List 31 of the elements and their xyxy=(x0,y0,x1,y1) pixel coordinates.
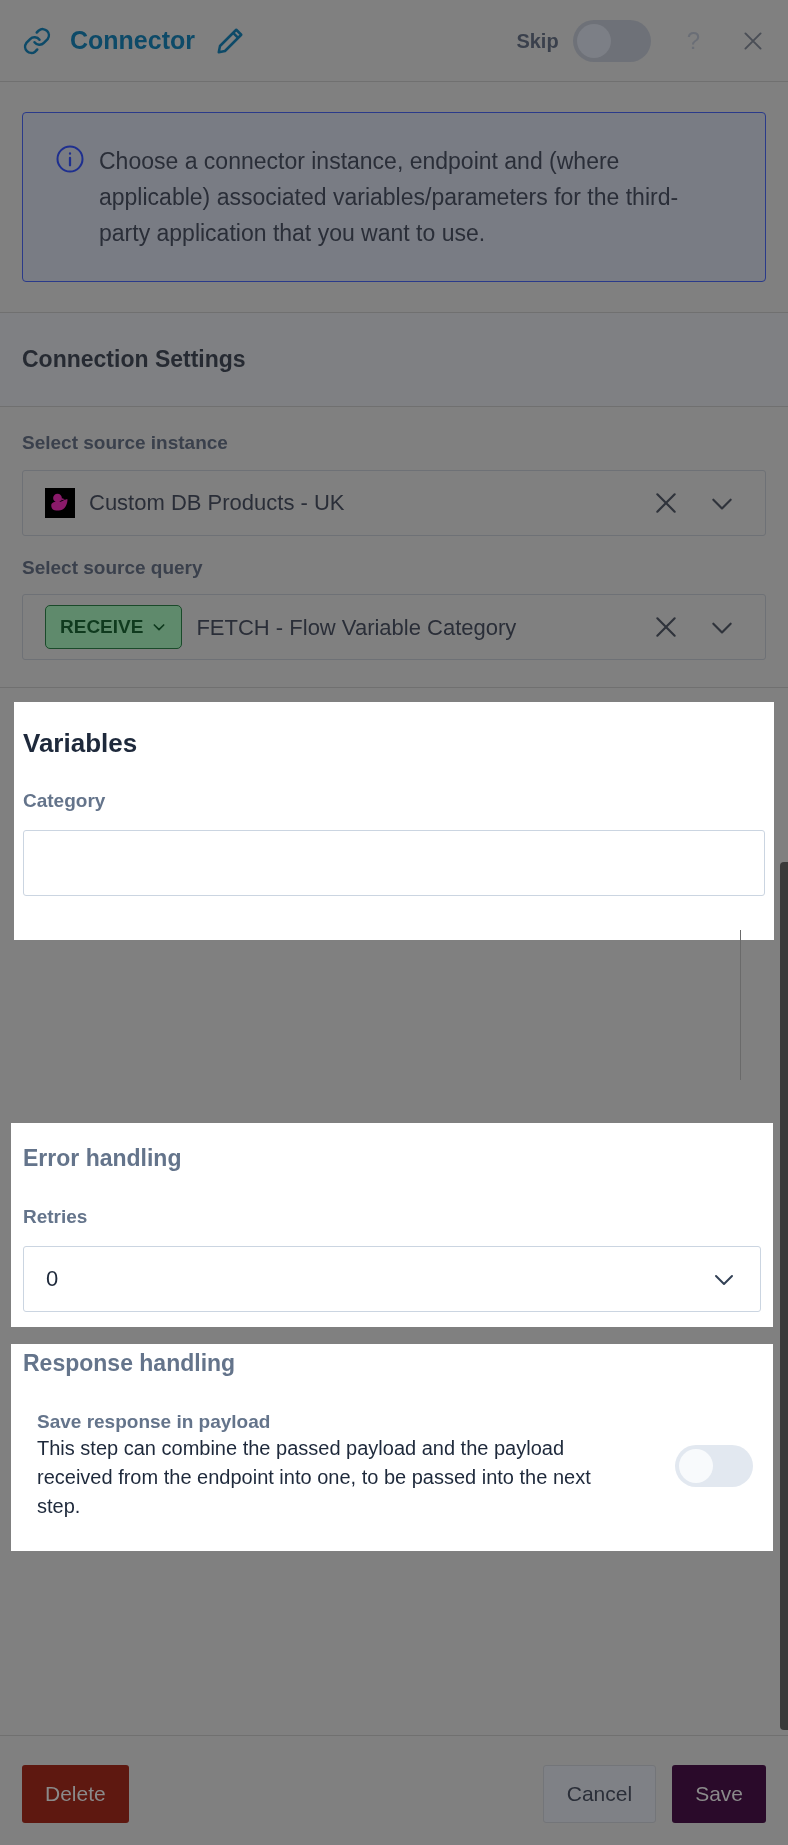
option-label: Save response in payload xyxy=(37,1410,272,1434)
skip-label: Skip xyxy=(516,28,559,54)
select-value: 0 xyxy=(46,1265,60,1293)
link-icon xyxy=(22,25,52,56)
select-value: FETCH - Flow Variable Category xyxy=(196,613,518,642)
section-title: Error handling xyxy=(23,1143,183,1173)
input-field[interactable] xyxy=(23,829,765,896)
method-dropdown[interactable]: RECEIVE xyxy=(45,605,183,649)
toggle-switch[interactable] xyxy=(675,1444,753,1487)
scrollbar[interactable] xyxy=(780,862,788,1730)
panel-title: Connector xyxy=(70,24,195,56)
field-label: Select source query xyxy=(22,555,204,580)
select-value: Custom DB Products - UK xyxy=(89,489,346,517)
section-title: Variables xyxy=(23,727,139,760)
delete-button[interactable]: Delete xyxy=(22,1765,129,1823)
save-button[interactable]: Save xyxy=(672,1765,766,1823)
duck-icon xyxy=(45,487,75,518)
field-label: Select source instance xyxy=(22,431,229,455)
field-label: Category xyxy=(23,789,107,813)
section-title: Response handling xyxy=(23,1348,237,1378)
pencil-icon[interactable] xyxy=(215,25,245,56)
info-icon xyxy=(55,144,85,174)
clear-icon[interactable] xyxy=(653,614,679,640)
select-field[interactable]: RECEIVE FETCH - Flow Variable Category xyxy=(22,594,766,660)
section-title: Connection Settings xyxy=(22,345,246,375)
select-field[interactable]: 0 xyxy=(23,1245,761,1312)
option-description: This step can combine the passed payload and the payload received from the endpoint into one, to be passed into the next step. xyxy=(37,1436,592,1519)
info-text: Choose a connector instance, endpoint and (where applicable) associated variables/parameters for the third-party application that you want to use. xyxy=(99,147,680,248)
field-label: Retries xyxy=(23,1205,89,1229)
select-field[interactable]: Custom DB Products - UK xyxy=(22,469,766,536)
cancel-button[interactable]: Cancel xyxy=(542,1765,657,1823)
